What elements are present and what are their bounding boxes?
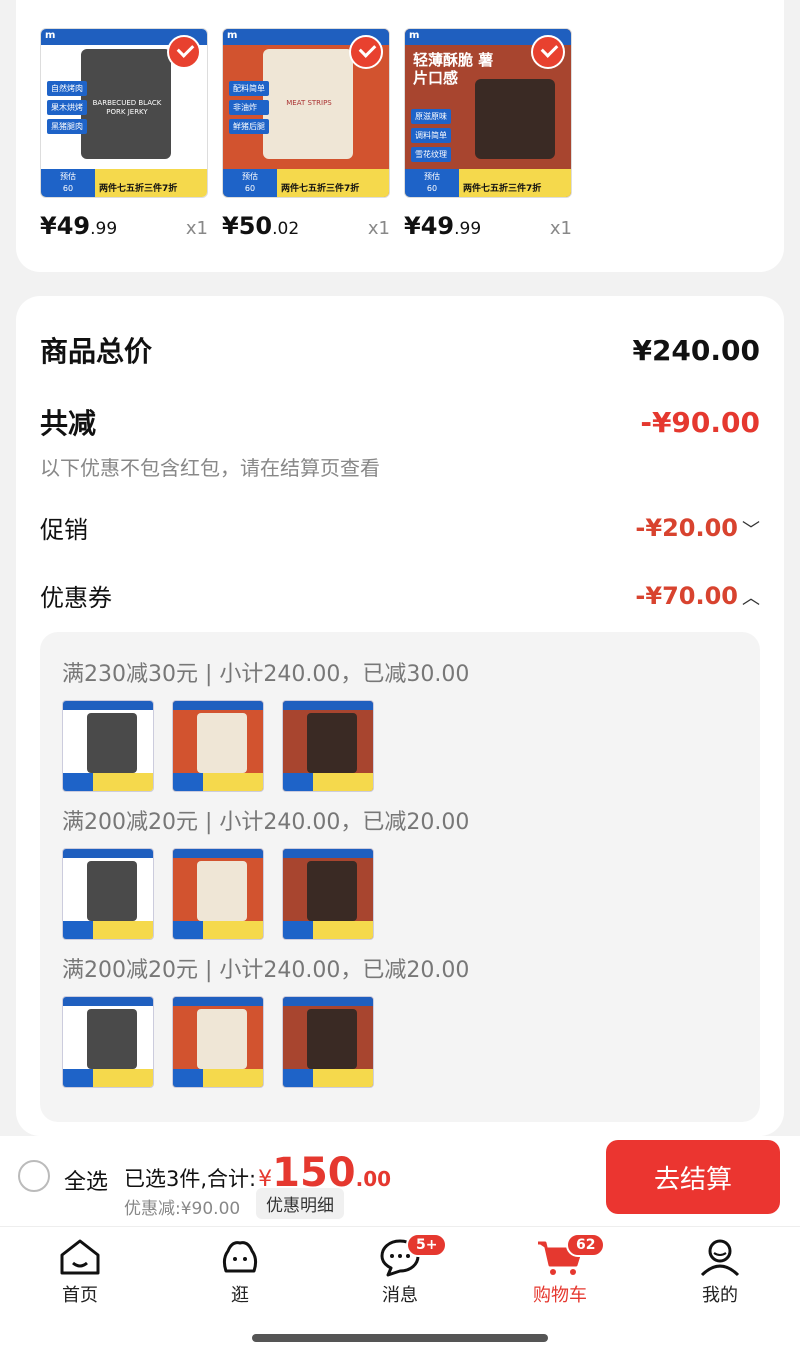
- coupon-value: -¥70.00 ︿: [635, 581, 760, 610]
- mini-product-image[interactable]: [62, 996, 154, 1088]
- promo-row[interactable]: 促销 -¥20.00 ﹀: [40, 510, 760, 545]
- thumb-price: 预估 60: [41, 169, 95, 197]
- coupon-products: [62, 848, 374, 940]
- chevron-up-icon[interactable]: ︿: [742, 588, 760, 609]
- checkout-bar: 全选 已选3件,合计: ¥ 150 .00 优惠减:¥90.00 优惠明细 去结…: [0, 1136, 800, 1226]
- product-image[interactable]: m 轻薄酥脆 薯片口感 原滋原味 调料简单 雪花纹理 预估 60 两件七五折三件7…: [404, 28, 572, 198]
- coupon-products: [62, 996, 374, 1088]
- tab-label: 首页: [62, 1285, 98, 1306]
- cart-items-card: m BARBECUED BLACK PORK JERKY 自然烤肉 果木烘烤 黑…: [16, 0, 784, 272]
- total-label: 商品总价: [40, 335, 153, 368]
- promo-label: 促销: [40, 516, 88, 544]
- thumb-price: 预估 60: [223, 169, 277, 197]
- selected-check-icon[interactable]: [167, 35, 201, 69]
- tab-cart[interactable]: 62 购物车: [500, 1233, 620, 1307]
- coupon-details: 满230减30元 | 小计240.00，已减30.00 满200减20元 | 小…: [40, 632, 760, 1122]
- mini-product-image[interactable]: [62, 848, 154, 940]
- feature-tag: 自然烤肉: [47, 81, 87, 96]
- cart-item[interactable]: m 轻薄酥脆 薯片口感 原滋原味 调料简单 雪花纹理 预估 60 两件七五折三件7…: [404, 28, 572, 240]
- total-value: ¥240.00: [632, 333, 760, 367]
- mini-product-image[interactable]: [172, 848, 264, 940]
- selected-count: 已选3件,合计:: [124, 1167, 257, 1191]
- product-image[interactable]: m BARBECUED BLACK PORK JERKY 自然烤肉 果木烘烤 黑…: [40, 28, 208, 198]
- item-qty: x1: [549, 218, 572, 239]
- tab-home[interactable]: 首页: [20, 1237, 140, 1307]
- message-badge: 5+: [406, 1233, 448, 1257]
- coupon-label: 优惠券: [40, 584, 112, 612]
- mini-product-image[interactable]: [62, 700, 154, 792]
- select-all-radio[interactable]: [18, 1160, 50, 1192]
- feature-tags: 配料简单 非油炸 鲜猪后腿: [229, 81, 269, 134]
- home-icon: [60, 1239, 100, 1275]
- feature-tags: 自然烤肉 果木烘烤 黑猪腿肉: [47, 81, 87, 134]
- tab-label: 逛: [231, 1285, 249, 1306]
- feature-tag: 果木烘烤: [47, 100, 87, 115]
- product-jar: [475, 79, 555, 159]
- tab-browse[interactable]: 逛: [180, 1237, 300, 1307]
- feature-tag: 非油炸: [229, 100, 269, 115]
- item-price: ¥49.99: [404, 212, 482, 240]
- selected-check-icon[interactable]: [531, 35, 565, 69]
- coupon-products: [62, 700, 374, 792]
- item-qty: x1: [185, 218, 208, 239]
- product-image[interactable]: m MEAT STRIPS 配料简单 非油炸 鲜猪后腿 预估 60 两件七五折三件…: [222, 28, 390, 198]
- select-all-label[interactable]: 全选: [64, 1164, 108, 1196]
- mini-product-image[interactable]: [172, 996, 264, 1088]
- tab-profile[interactable]: 我的: [660, 1237, 780, 1307]
- cart-item[interactable]: m BARBECUED BLACK PORK JERKY 自然烤肉 果木烘烤 黑…: [40, 28, 208, 240]
- mini-product-image[interactable]: [282, 996, 374, 1088]
- discount-detail-button[interactable]: 优惠明细: [256, 1188, 344, 1219]
- mini-product-image[interactable]: [282, 700, 374, 792]
- mini-product-image[interactable]: [172, 700, 264, 792]
- coupon-title: 满230减30元 | 小计240.00，已减30.00: [62, 662, 470, 687]
- selected-check-icon[interactable]: [349, 35, 383, 69]
- feature-tag: 黑猪腿肉: [47, 119, 87, 134]
- item-price: ¥49.99: [40, 212, 118, 240]
- tab-label: 我的: [702, 1285, 738, 1306]
- feature-tag: 调料简单: [411, 128, 451, 143]
- tab-messages[interactable]: 5+ 消息: [340, 1233, 460, 1307]
- thumb-tag: 两件七五折三件7折: [463, 184, 542, 194]
- cart-badge: 62: [566, 1233, 606, 1257]
- item-price: ¥50.02: [222, 212, 300, 240]
- discount-note: 以下优惠不包含红包，请在结算页查看: [40, 456, 380, 480]
- thumb-tag: 两件七五折三件7折: [99, 184, 178, 194]
- tab-label: 购物车: [533, 1285, 587, 1306]
- item-qty: x1: [367, 218, 390, 239]
- home-indicator[interactable]: [252, 1334, 548, 1342]
- coupon-row[interactable]: 优惠券 -¥70.00 ︿: [40, 578, 760, 613]
- reduce-row: 共减 -¥90.00: [40, 402, 760, 442]
- feature-tag: 鲜猪后腿: [229, 119, 269, 134]
- bag-text: BARBECUED BLACK PORK JERKY: [92, 99, 162, 116]
- coupon-title: 满200减20元 | 小计240.00，已减20.00: [62, 810, 470, 835]
- mini-product-image[interactable]: [282, 848, 374, 940]
- reduce-label: 共减: [40, 407, 97, 440]
- checkout-button[interactable]: 去结算: [606, 1140, 780, 1214]
- feature-tag: 雪花纹理: [411, 147, 451, 162]
- thumb-price: 预估 60: [405, 169, 459, 197]
- promo-value: -¥20.00 ﹀: [635, 513, 760, 542]
- tab-label: 消息: [382, 1285, 418, 1306]
- price-summary-card: 商品总价 ¥240.00 共减 -¥90.00 以下优惠不包含红包，请在结算页查…: [16, 296, 784, 1136]
- coupon-title: 满200减20元 | 小计240.00，已减20.00: [62, 958, 470, 983]
- feature-tag: 原滋原味: [411, 109, 451, 124]
- total-decimal: .00: [355, 1167, 392, 1191]
- total-price-row: 商品总价 ¥240.00: [40, 330, 760, 370]
- discount-total: 优惠减:¥90.00: [124, 1199, 241, 1219]
- bag-text: MEAT STRIPS: [286, 99, 332, 107]
- cart-item[interactable]: m MEAT STRIPS 配料简单 非油炸 鲜猪后腿 预估 60 两件七五折三件…: [222, 28, 390, 240]
- feature-tag: 配料简单: [229, 81, 269, 96]
- chevron-down-icon[interactable]: ﹀: [742, 520, 760, 541]
- feature-tags: 原滋原味 调料简单 雪花纹理: [411, 109, 451, 162]
- browse-icon: [222, 1241, 258, 1273]
- profile-icon: [700, 1239, 740, 1277]
- thumb-tag: 两件七五折三件7折: [281, 184, 360, 194]
- reduce-value: -¥90.00: [640, 405, 760, 439]
